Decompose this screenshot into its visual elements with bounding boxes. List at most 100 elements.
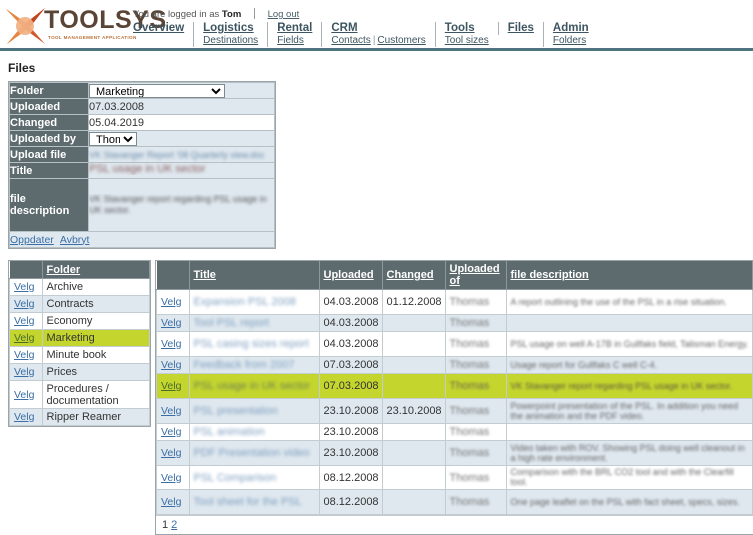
file-select-cell[interactable]: Velg — [156, 398, 190, 424]
uploaded-by-select[interactable]: Thomas — [89, 131, 137, 146]
folder-select-cell[interactable]: Velg — [9, 363, 43, 381]
table-row-selected[interactable]: Velg Marketing — [9, 329, 150, 347]
file-select-link[interactable]: Velg — [161, 496, 181, 508]
table-row[interactable]: Velg Tool sheet for the PSL 08.12.2008 T… — [156, 489, 753, 515]
nav-link-fields[interactable]: Fields — [277, 35, 304, 46]
file-description-cell: Powerpoint presentation of the PSL. In a… — [505, 398, 753, 424]
pagination: 12 — [156, 515, 753, 534]
file-description-textarea[interactable]: VK Stavanger report regarding PSL usage … — [89, 194, 274, 216]
file-select-cell[interactable]: Velg — [156, 465, 190, 490]
folder-select-cell[interactable]: Velg — [9, 295, 43, 313]
folder-select-cell[interactable]: Velg — [9, 380, 43, 409]
folder-select-link[interactable]: Velg — [14, 389, 34, 401]
folder-select-cell[interactable]: Velg — [9, 329, 43, 347]
folder-select[interactable]: Marketing — [89, 83, 225, 98]
field-file-description-cell: VK Stavanger report regarding PSL usage … — [88, 178, 275, 232]
nav-group-rental: Rental Fields — [267, 22, 321, 47]
folders-header-row: Folder — [9, 261, 150, 279]
file-title-cell: Feedback from 2007 — [188, 356, 320, 374]
table-row[interactable]: Velg PDF Presentation video 23.10.2008 T… — [156, 440, 753, 466]
update-link[interactable]: Oppdater — [10, 234, 54, 246]
file-select-cell[interactable]: Velg — [156, 423, 190, 441]
file-select-cell[interactable]: Velg — [156, 489, 190, 515]
nav-link-files[interactable]: Files — [508, 22, 534, 35]
folder-name-cell: Contracts — [41, 295, 150, 313]
nav-group-crm: CRM Contacts | Customers — [321, 22, 434, 47]
file-changed-cell — [381, 440, 446, 466]
table-row[interactable]: Velg Economy — [9, 312, 150, 330]
table-row[interactable]: Velg PSL animation 23.10.2008 Thomas — [156, 423, 753, 441]
folders-panel: Folder Velg Archive Velg Contracts Velg … — [8, 260, 151, 427]
app-header: TOOLSYS TOOL MANAGEMENT APPLICATION You … — [0, 0, 753, 48]
table-row[interactable]: Velg PSL presentation 23.10.2008 23.10.2… — [156, 398, 753, 424]
file-select-cell[interactable]: Velg — [156, 331, 190, 357]
file-select-link[interactable]: Velg — [161, 359, 181, 371]
table-row[interactable]: Velg PSL Comparison 08.12.2008 Thomas Co… — [156, 465, 753, 490]
folder-name-cell: Procedures / documentation — [41, 380, 150, 409]
nav-link-contacts[interactable]: Contacts — [331, 35, 370, 46]
folder-select-link[interactable]: Velg — [14, 366, 34, 378]
nav-link-folders[interactable]: Folders — [553, 35, 586, 46]
file-title-value: PSL casing sizes report — [193, 338, 309, 350]
file-uploaded-of-value: Thomas — [449, 471, 490, 484]
file-description-cell: Comparison with the BRL CO2 tool and wit… — [505, 465, 753, 490]
file-select-link[interactable]: Velg — [161, 426, 181, 438]
folder-select-link[interactable]: Velg — [14, 332, 34, 344]
title-input[interactable]: PSL usage in UK sector — [89, 163, 239, 175]
nav-link-crm[interactable]: CRM — [331, 22, 425, 35]
table-row[interactable]: Velg Archive — [9, 278, 150, 296]
file-select-link[interactable]: Velg — [161, 405, 181, 417]
title-input-value: PSL usage in UK sector — [89, 163, 206, 175]
cancel-link[interactable]: Avbryt — [60, 234, 90, 246]
file-description-value: A report outlining the use of the PSL in… — [510, 297, 727, 307]
file-select-cell[interactable]: Velg — [156, 440, 190, 466]
folder-select-link[interactable]: Velg — [14, 411, 34, 423]
folder-select-cell[interactable]: Velg — [9, 408, 43, 426]
table-row[interactable]: Velg Procedures / documentation — [9, 380, 150, 409]
folder-select-cell[interactable]: Velg — [9, 346, 43, 364]
file-select-link[interactable]: Velg — [161, 472, 181, 484]
file-select-link[interactable]: Velg — [161, 317, 181, 329]
nav-link-tool-sizes[interactable]: Tool sizes — [445, 35, 489, 46]
folder-select-link[interactable]: Velg — [14, 281, 34, 293]
table-row[interactable]: Velg Expansion PSL 2008 04.03.2008 01.12… — [156, 289, 753, 315]
table-row[interactable]: Velg Tool PSL report 04.03.2008 Thomas — [156, 314, 753, 332]
nav-link-admin[interactable]: Admin — [553, 22, 589, 35]
folder-select-link[interactable]: Velg — [14, 349, 34, 361]
nav-link-customers[interactable]: Customers — [377, 35, 425, 46]
upload-file-value[interactable]: VK Stavanger Report '08 Quarterly view.d… — [89, 150, 265, 160]
file-description-cell: PSL usage on well A-17B in Gullfaks fiel… — [505, 331, 753, 357]
nav-link-tools[interactable]: Tools — [445, 22, 489, 35]
folders-header-folder: Folder — [42, 261, 150, 279]
file-uploaded-cell: 07.03.2008 — [318, 356, 383, 374]
table-row[interactable]: Velg Contracts — [9, 295, 150, 313]
table-row[interactable]: Velg Prices — [9, 363, 150, 381]
table-row[interactable]: Velg Feedback from 2007 07.03.2008 Thoma… — [156, 356, 753, 374]
nav-link-destinations[interactable]: Destinations — [203, 35, 258, 46]
folder-select-link[interactable]: Velg — [14, 315, 34, 327]
folder-select-link[interactable]: Velg — [14, 298, 34, 310]
file-select-link[interactable]: Velg — [161, 380, 181, 392]
pagination-page-2[interactable]: 2 — [171, 519, 177, 531]
table-row[interactable]: Velg Minute book — [9, 346, 150, 364]
table-row[interactable]: Velg Ripper Reamer — [9, 408, 150, 426]
field-uploaded-value: 07.03.2008 — [88, 98, 275, 115]
file-select-link[interactable]: Velg — [161, 296, 181, 308]
file-uploaded-cell: 08.12.2008 — [318, 465, 383, 490]
file-select-cell[interactable]: Velg — [156, 373, 190, 399]
file-select-cell[interactable]: Velg — [156, 314, 190, 332]
file-select-cell[interactable]: Velg — [156, 289, 190, 315]
file-uploaded-of-value: Thomas — [449, 496, 490, 508]
file-select-link[interactable]: Velg — [161, 338, 181, 350]
file-select-link[interactable]: Velg — [161, 447, 181, 459]
table-row-selected[interactable]: Velg PSL usage in UK sector 07.03.2008 T… — [156, 373, 753, 399]
folder-select-cell[interactable]: Velg — [9, 278, 43, 296]
nav-link-rental[interactable]: Rental — [277, 22, 312, 35]
table-row[interactable]: Velg PSL casing sizes report 04.03.2008 … — [156, 331, 753, 357]
nav-link-logistics[interactable]: Logistics — [203, 22, 258, 35]
file-select-cell[interactable]: Velg — [156, 356, 190, 374]
folder-select-cell[interactable]: Velg — [9, 312, 43, 330]
file-title-cell: PDF Presentation video — [188, 440, 320, 466]
logout-link[interactable]: Log out — [268, 9, 300, 20]
nav-link-overview[interactable]: Overview — [133, 22, 184, 35]
